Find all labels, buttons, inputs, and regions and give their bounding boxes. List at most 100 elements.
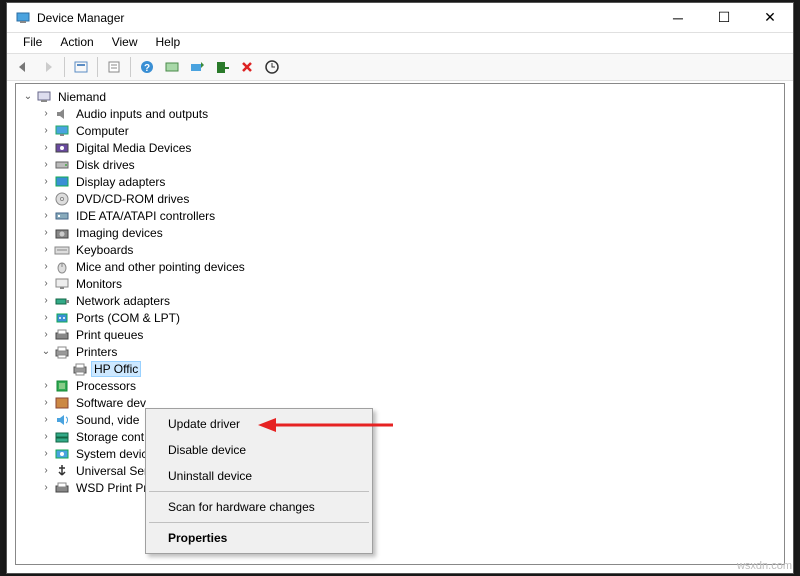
maximize-button[interactable]: ☐ — [701, 3, 747, 33]
tree-node-keyboard[interactable]: ›Keyboards — [16, 241, 784, 258]
expander-icon[interactable]: › — [38, 465, 54, 476]
tree-node-camera[interactable]: › Imaging devices — [16, 224, 784, 241]
context-item-uninstall-device[interactable]: Uninstall device — [148, 463, 370, 489]
svg-text:?: ? — [144, 63, 150, 74]
printqueue-icon — [54, 327, 70, 343]
uninstall-button[interactable] — [210, 55, 234, 79]
monitor-icon — [54, 123, 70, 139]
expander-icon[interactable]: › — [38, 448, 54, 459]
network-icon — [54, 293, 70, 309]
tree-node-display[interactable]: › Display adapters — [16, 173, 784, 190]
ide-icon — [54, 208, 70, 224]
forward-button[interactable] — [36, 55, 60, 79]
tree-label: Display adapters — [74, 175, 167, 189]
tree-node-network[interactable]: ›Network adapters — [16, 292, 784, 309]
menu-file[interactable]: File — [15, 33, 50, 53]
printer-icon — [72, 361, 88, 377]
context-item-scan-for-hardware-changes[interactable]: Scan for hardware changes — [148, 494, 370, 520]
tree-panel: ⌄Niemand › Audio inputs and outputs›Comput… — [15, 83, 785, 565]
camera-icon — [54, 225, 70, 241]
expander-icon[interactable]: › — [38, 329, 54, 340]
expander-icon[interactable]: › — [38, 125, 54, 136]
titlebar[interactable]: Device Manager ─ ☐ ✕ — [7, 3, 793, 33]
tree-label: DVD/CD-ROM drives — [74, 192, 191, 206]
help-button[interactable]: ? — [135, 55, 159, 79]
tree-label: Disk drives — [74, 158, 137, 172]
tree-label: Audio inputs and outputs — [74, 107, 210, 121]
tree-leaf-printer[interactable]: HP Offic — [16, 360, 784, 377]
expander-icon[interactable]: ⌄ — [20, 91, 36, 102]
expander-icon[interactable]: › — [38, 397, 54, 408]
expander-icon[interactable]: › — [38, 431, 54, 442]
tree-label: Software dev — [74, 396, 148, 410]
tree-node-printqueue[interactable]: ›WSD Print Provider — [16, 479, 784, 496]
tree-node-sound[interactable]: ›Sound, vide — [16, 411, 784, 428]
tree-node-media[interactable]: ›Digital Media Devices — [16, 139, 784, 156]
device-tree[interactable]: ⌄Niemand › Audio inputs and outputs›Comput… — [16, 84, 784, 500]
expander-icon[interactable]: › — [38, 482, 54, 493]
printer-icon — [54, 344, 70, 360]
mouse-icon — [54, 259, 70, 275]
expander-icon[interactable]: ⌄ — [38, 346, 54, 357]
tree-node-cd[interactable]: › DVD/CD-ROM drives — [16, 190, 784, 207]
tree-node-speaker[interactable]: › Audio inputs and outputs — [16, 105, 784, 122]
back-button[interactable] — [11, 55, 35, 79]
sound-icon — [54, 412, 70, 428]
expander-icon[interactable]: › — [38, 210, 54, 221]
tree-label: Mice and other pointing devices — [74, 260, 247, 274]
expander-icon[interactable]: › — [38, 244, 54, 255]
minimize-button[interactable]: ─ — [655, 3, 701, 33]
tree-label: System devic — [74, 447, 149, 461]
expander-icon[interactable]: › — [38, 261, 54, 272]
menubar: File Action View Help — [7, 33, 793, 53]
storage-icon — [54, 429, 70, 445]
expander-icon[interactable]: › — [38, 414, 54, 425]
tree-label: Imaging devices — [74, 226, 165, 240]
expander-icon[interactable]: › — [38, 227, 54, 238]
context-item-disable-device[interactable]: Disable device — [148, 437, 370, 463]
keyboard-icon — [54, 242, 70, 258]
expander-icon[interactable]: › — [38, 159, 54, 170]
menu-action[interactable]: Action — [52, 33, 101, 53]
scan-hardware-button[interactable] — [260, 55, 284, 79]
tree-node-storage[interactable]: ›Storage cont — [16, 428, 784, 445]
tree-node-port[interactable]: ›Ports (COM & LPT) — [16, 309, 784, 326]
tree-node-printer[interactable]: ⌄Printers — [16, 343, 784, 360]
expander-icon[interactable]: › — [38, 108, 54, 119]
tree-root[interactable]: ⌄Niemand — [16, 88, 784, 105]
tree-node-disk[interactable]: › Disk drives — [16, 156, 784, 173]
tree-node-ide[interactable]: › IDE ATA/ATAPI controllers — [16, 207, 784, 224]
show-hidden-button[interactable] — [69, 55, 93, 79]
context-item-properties[interactable]: Properties — [148, 525, 370, 551]
expander-icon[interactable]: › — [38, 176, 54, 187]
tree-node-software[interactable]: › Software dev — [16, 394, 784, 411]
context-item-update-driver[interactable]: Update driver — [148, 411, 370, 437]
menu-help[interactable]: Help — [148, 33, 189, 53]
expander-icon[interactable]: › — [38, 295, 54, 306]
toolbar-separator — [97, 57, 98, 77]
window-title: Device Manager — [37, 11, 655, 25]
context-menu-separator — [149, 522, 369, 523]
update-driver-button[interactable] — [185, 55, 209, 79]
printqueue-icon — [54, 480, 70, 496]
expander-icon[interactable]: › — [38, 380, 54, 391]
tree-node-cpu[interactable]: ›Processors — [16, 377, 784, 394]
tree-node-mouse[interactable]: › Mice and other pointing devices — [16, 258, 784, 275]
disable-button[interactable] — [235, 55, 259, 79]
tree-node-monitor2[interactable]: ›Monitors — [16, 275, 784, 292]
menu-view[interactable]: View — [104, 33, 146, 53]
tree-node-usb[interactable]: ›Universal Ser — [16, 462, 784, 479]
expander-icon[interactable]: › — [38, 312, 54, 323]
close-button[interactable]: ✕ — [747, 3, 793, 33]
expander-icon[interactable]: › — [38, 278, 54, 289]
expander-icon[interactable]: › — [38, 193, 54, 204]
system-icon — [54, 446, 70, 462]
tree-node-monitor[interactable]: ›Computer — [16, 122, 784, 139]
tree-label: IDE ATA/ATAPI controllers — [74, 209, 217, 223]
tree-node-system[interactable]: › System devic — [16, 445, 784, 462]
device-manager-window: Device Manager ─ ☐ ✕ File Action View He… — [6, 2, 794, 574]
scan-button[interactable] — [160, 55, 184, 79]
tree-node-printqueue[interactable]: ›Print queues — [16, 326, 784, 343]
expander-icon[interactable]: › — [38, 142, 54, 153]
properties-button[interactable] — [102, 55, 126, 79]
